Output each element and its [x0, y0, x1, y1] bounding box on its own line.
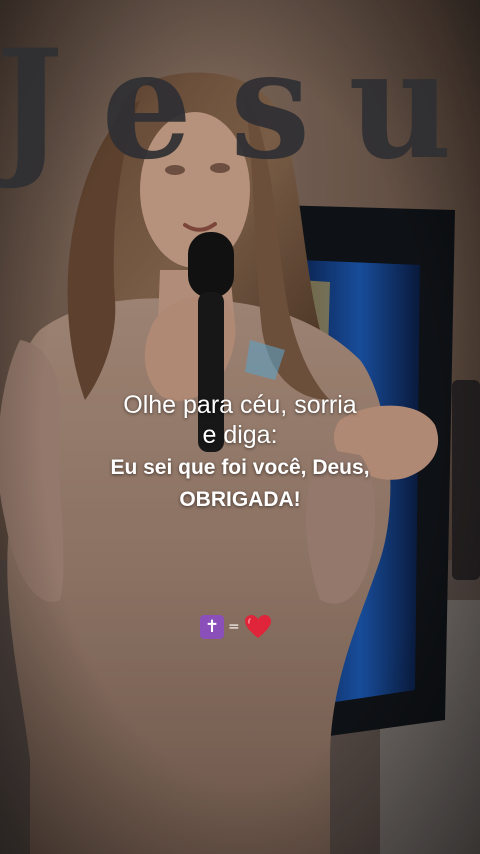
- equals-sign: =: [228, 619, 240, 635]
- caption: Olhe para céu, sorria e diga: Eu sei que…: [40, 390, 440, 516]
- caption-line-2: e diga:: [202, 421, 278, 449]
- emoji-equation: ✝ =: [200, 614, 272, 640]
- caption-line-1: Olhe para céu, sorria: [123, 391, 357, 419]
- red-heart-icon: [244, 615, 271, 638]
- video-frame: Jesus Olhe para céu, sorria e diga: Eu s…: [0, 0, 480, 854]
- caption-line-4: OBRIGADA!: [179, 488, 301, 511]
- cross-icon: ✝: [200, 615, 224, 639]
- caption-line-3: Eu sei que foi você, Deus,: [110, 456, 370, 479]
- wall-lettering: Jesus: [0, 17, 480, 193]
